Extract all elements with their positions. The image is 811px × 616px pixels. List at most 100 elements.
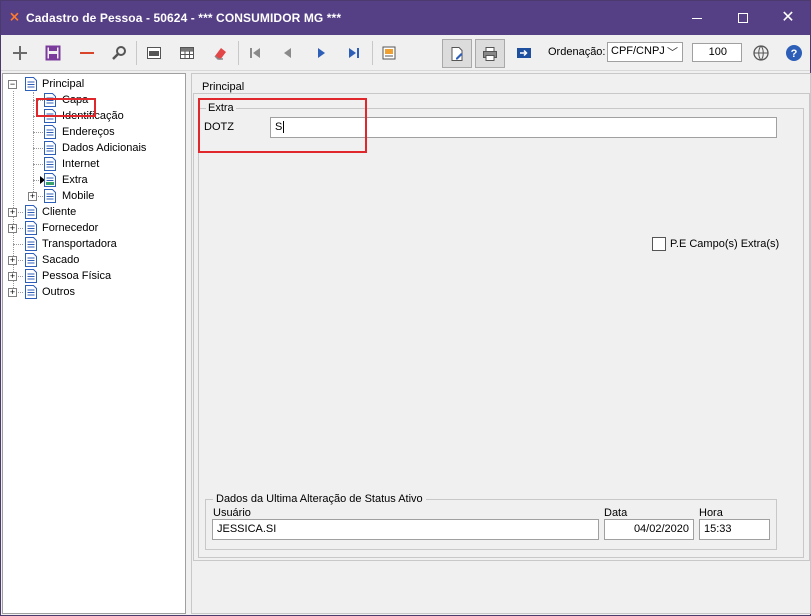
pe-campos-extras-label: P.E Campo(s) Extra(s) [670,238,780,250]
tree-item-pessoa-fisica[interactable]: + Pessoa Física [3,268,183,284]
report-button[interactable] [376,40,402,66]
printer-button[interactable] [475,39,505,68]
tree-item-transportadora[interactable]: Transportadora [3,236,183,252]
last-record-button[interactable] [341,40,367,66]
previous-record-icon [284,48,291,58]
title-bar: ⨯ Cadastro de Pessoa - 50624 - *** CONSU… [1,1,810,35]
previous-record-button[interactable] [275,40,301,66]
expand-icon[interactable]: + [28,192,37,201]
last-record-icon [349,48,359,58]
export-arrow-button[interactable] [511,40,537,66]
eraser-icon [214,48,226,60]
document-icon [25,221,37,235]
toolbar: ? [1,35,810,71]
tree-item-label: Internet [62,158,100,170]
search-icon [112,46,126,60]
document-icon [25,253,37,267]
tree-item-mobile[interactable]: + Mobile [3,188,183,204]
globe-settings-icon [753,45,769,61]
tree-item-enderecos[interactable]: Endereços [3,124,183,140]
ordenacao-label: Ordenação: [548,46,606,58]
close-button[interactable]: ✕ [765,1,811,35]
tree-item-fornecedor[interactable]: + Fornecedor [3,220,183,236]
txt-export-button[interactable] [141,40,167,66]
tree-item-internet[interactable]: Internet [3,156,183,172]
tree-item-label: Dados Adicionais [62,142,147,154]
navigation-tree: − Principal Capa Identificação Endereços… [2,73,186,614]
document-icon [44,157,56,171]
remove-button[interactable] [74,40,100,66]
eraser-button[interactable] [207,40,233,66]
usuario-field[interactable]: JESSICA.SI [212,519,599,540]
annotation-highlight-dotz [198,98,367,153]
document-icon [44,173,56,187]
first-record-icon [250,48,260,58]
document-icon [44,189,56,203]
expand-icon[interactable]: + [8,256,17,265]
tree-item-label: Principal [42,78,85,90]
document-icon [25,269,37,283]
extra-group-frame [198,108,804,558]
ordenacao-select[interactable]: CPF/CNPJ ﹀ [607,42,683,62]
next-record-icon [318,48,325,58]
tree-item-extra[interactable]: Extra [3,172,183,188]
document-icon [25,285,37,299]
expand-icon[interactable]: + [8,272,17,281]
next-record-button[interactable] [308,40,334,66]
data-field[interactable]: 04/02/2020 [604,519,694,540]
pe-campos-extras-checkbox[interactable] [652,237,666,251]
expand-icon[interactable]: + [8,288,17,297]
edit-document-button[interactable] [442,39,472,68]
toolbar-separator [372,41,373,65]
usuario-label: Usuário [213,507,251,519]
remove-icon [80,52,94,54]
toolbar-separator [136,41,137,65]
principal-group-title: Principal [202,81,245,93]
pin-icon: ⨯ [9,9,20,24]
expand-icon[interactable]: + [8,224,17,233]
hora-label: Hora [699,507,723,519]
globe-settings-button[interactable] [748,40,774,66]
save-button[interactable] [40,40,66,66]
document-icon [25,205,37,219]
tree-item-label: Sacado [42,254,80,266]
tree-item-label: Pessoa Física [42,270,112,282]
tree-item-label: Cliente [42,206,77,218]
tree-item-principal[interactable]: − Principal [3,76,183,92]
tree-item-dados-adicionais[interactable]: Dados Adicionais [3,140,183,156]
collapse-icon[interactable]: − [8,80,17,89]
zoom-input[interactable]: 100 [692,43,742,62]
tree-item-label: Endereços [62,126,115,138]
document-icon [25,237,37,251]
toolbar-separator [238,41,239,65]
add-icon [13,46,27,60]
ordenacao-value: CPF/CNPJ [611,45,665,57]
txt-export-icon [147,47,161,59]
grid-button[interactable] [174,40,200,66]
first-record-button[interactable] [242,40,268,66]
minimize-icon [692,17,702,19]
expand-icon[interactable]: + [8,208,17,217]
svg-text:?: ? [791,48,798,60]
document-icon [44,141,56,155]
tree-item-label: Outros [42,286,76,298]
help-icon: ? [786,45,802,61]
add-button[interactable] [7,40,33,66]
help-button[interactable]: ? [781,40,807,66]
export-arrow-icon [517,48,531,58]
chevron-down-icon: ﹀ [667,47,678,59]
tree-item-outros[interactable]: + Outros [3,284,183,300]
search-button[interactable] [106,40,132,66]
document-icon [44,125,56,139]
minimize-button[interactable] [674,1,720,35]
tree-item-label: Transportadora [42,238,117,250]
hora-field[interactable]: 15:33 [699,519,770,540]
app-window: ⨯ Cadastro de Pessoa - 50624 - *** CONSU… [0,0,811,616]
maximize-button[interactable] [720,1,766,35]
tree-item-cliente[interactable]: + Cliente [3,204,183,220]
tree-item-sacado[interactable]: + Sacado [3,252,183,268]
printer-icon [483,46,497,61]
tree-item-label: Fornecedor [42,222,99,234]
annotation-highlight-extra [36,98,96,117]
grid-icon [180,47,194,59]
